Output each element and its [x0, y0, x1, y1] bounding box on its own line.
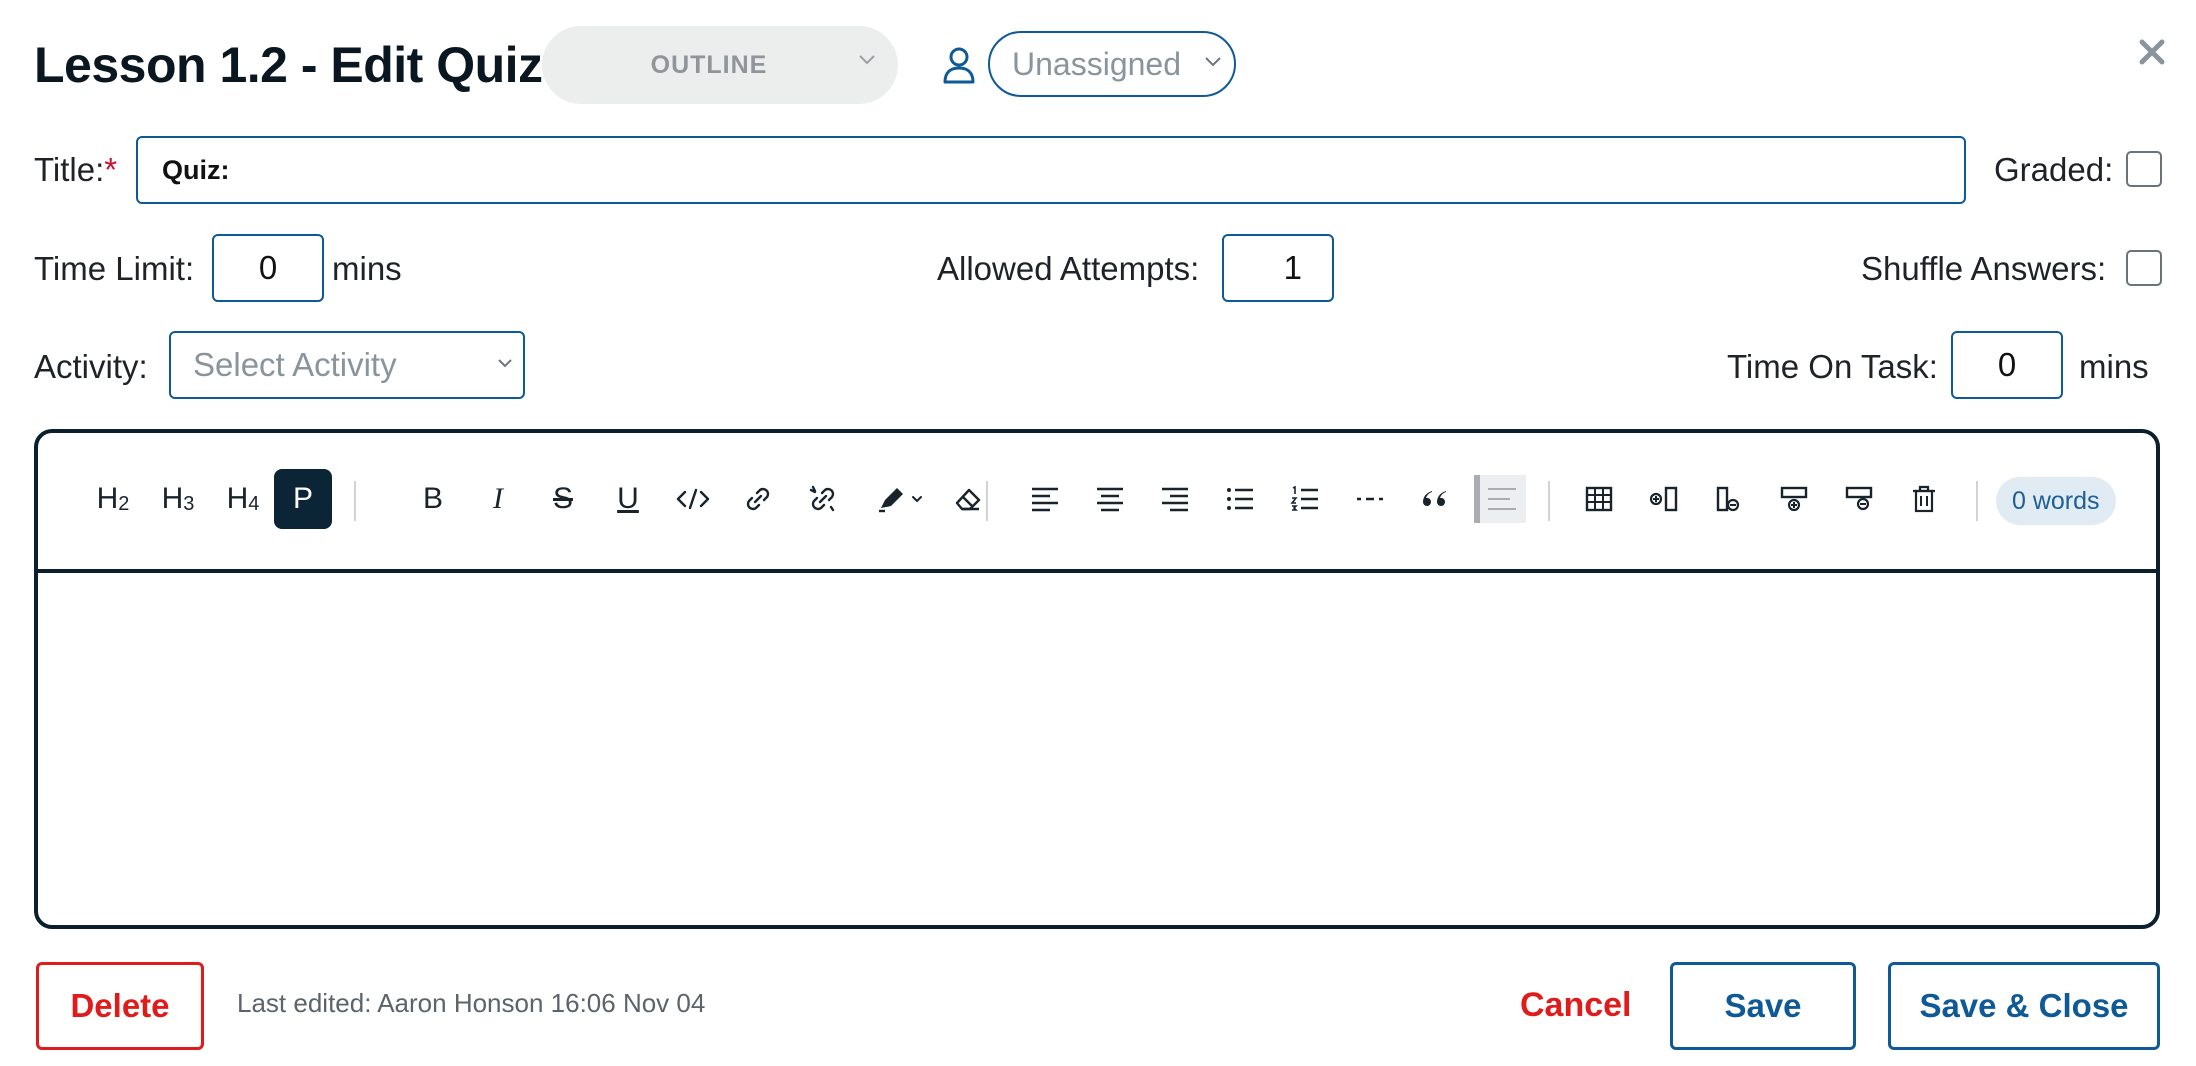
- bold-button[interactable]: B: [404, 469, 462, 529]
- code-button[interactable]: [664, 469, 722, 529]
- chevron-down-icon: [498, 359, 512, 368]
- unlink-icon: [809, 485, 835, 512]
- rich-text-editor: H2 H3 H4 P B I S U 0 words: [34, 429, 2160, 929]
- heading-3-button[interactable]: H3: [149, 469, 207, 529]
- delete-button[interactable]: Delete: [36, 962, 204, 1050]
- align-center-button[interactable]: [1081, 469, 1139, 529]
- align-right-icon: [1162, 487, 1188, 512]
- time-limit-value: 0: [258, 249, 278, 286]
- time-on-task-value: 0: [1997, 346, 2017, 383]
- italic-button[interactable]: I: [469, 469, 527, 529]
- trash-icon: [1913, 485, 1935, 513]
- quote-icon: [1423, 491, 1446, 506]
- assignee-select[interactable]: Unassigned: [988, 31, 1236, 97]
- activity-placeholder: Select Activity: [193, 346, 397, 383]
- editor-content-area[interactable]: [38, 573, 2156, 925]
- numbered-list-icon: [1290, 486, 1318, 511]
- highlight-button[interactable]: [864, 469, 936, 529]
- add-column-icon: [1649, 486, 1678, 512]
- link-icon: [746, 487, 770, 511]
- status-value: OUTLINE: [650, 50, 768, 79]
- heading-4-button[interactable]: H4: [214, 469, 272, 529]
- delete-column-button[interactable]: [1700, 469, 1758, 529]
- time-limit-unit: mins: [332, 250, 402, 287]
- delete-column-icon: [1716, 486, 1740, 512]
- toolbar-divider: [1548, 481, 1550, 521]
- toolbar-divider: [354, 481, 356, 521]
- bullet-list-icon: [1227, 488, 1253, 510]
- align-left-button[interactable]: [1016, 469, 1074, 529]
- delete-table-button[interactable]: [1895, 469, 1953, 529]
- title-value: Quiz:: [162, 154, 230, 185]
- status-select[interactable]: OUTLINE: [542, 26, 898, 104]
- editor-toolbar: H2 H3 H4 P B I S U 0 words: [38, 433, 2156, 573]
- bullet-list-button[interactable]: [1211, 469, 1269, 529]
- time-limit-input[interactable]: 0: [212, 234, 324, 302]
- align-left-icon: [1032, 487, 1058, 512]
- clear-format-button[interactable]: [939, 469, 997, 529]
- save-and-close-button[interactable]: Save & Close: [1888, 962, 2160, 1050]
- align-center-icon: [1097, 487, 1123, 512]
- numbered-list-button[interactable]: [1276, 469, 1334, 529]
- add-row-button[interactable]: [1765, 469, 1823, 529]
- paragraph-button[interactable]: P: [274, 469, 332, 529]
- word-count-badge: 0 words: [1996, 477, 2116, 525]
- eraser-icon: [955, 488, 981, 511]
- delete-row-icon: [1845, 486, 1873, 511]
- highlighter-icon: [879, 488, 922, 513]
- time-on-task-input[interactable]: 0: [1951, 331, 2063, 399]
- save-button[interactable]: Save: [1670, 962, 1856, 1050]
- chevron-down-icon: [1205, 57, 1221, 67]
- chevron-down-icon: [859, 55, 875, 65]
- indent-button[interactable]: [1471, 469, 1529, 529]
- activity-label: Activity:: [34, 348, 148, 385]
- title-label: Title:*: [34, 151, 118, 188]
- align-right-button[interactable]: [1146, 469, 1204, 529]
- close-icon: [2139, 39, 2165, 65]
- assignee-value: Unassigned: [1012, 45, 1181, 82]
- horizontal-rule-icon: [1357, 497, 1383, 501]
- user-icon: [943, 47, 975, 84]
- close-button[interactable]: [2132, 32, 2172, 72]
- required-mark: *: [104, 151, 118, 188]
- title-input[interactable]: Quiz:: [136, 136, 1966, 204]
- link-button[interactable]: [729, 469, 787, 529]
- delete-row-button[interactable]: [1830, 469, 1888, 529]
- add-row-icon: [1780, 486, 1808, 512]
- code-icon: [676, 488, 710, 510]
- shuffle-answers-label: Shuffle Answers:: [1861, 250, 2107, 287]
- allowed-attempts-value: 1: [1283, 249, 1302, 286]
- insert-table-button[interactable]: [1570, 469, 1628, 529]
- graded-label: Graded:: [1994, 151, 2114, 188]
- graded-checkbox[interactable]: [2126, 151, 2162, 187]
- shuffle-answers-checkbox[interactable]: [2126, 250, 2162, 286]
- time-limit-label: Time Limit:: [34, 250, 195, 287]
- allowed-attempts-input[interactable]: 1: [1222, 234, 1334, 302]
- last-edited-text: Last edited: Aaron Honson 16:06 Nov 04: [237, 988, 706, 1018]
- unlink-button[interactable]: [794, 469, 852, 529]
- page-title: Lesson 1.2 - Edit Quiz: [34, 37, 543, 93]
- cancel-button[interactable]: Cancel: [1520, 986, 1632, 1025]
- strikethrough-button[interactable]: S: [534, 469, 592, 529]
- indent-icon: [1474, 475, 1526, 523]
- add-column-button[interactable]: [1635, 469, 1693, 529]
- underline-button[interactable]: U: [599, 469, 657, 529]
- time-on-task-unit: mins: [2079, 348, 2149, 385]
- blockquote-button[interactable]: [1406, 469, 1464, 529]
- toolbar-divider: [1976, 481, 1978, 521]
- table-icon: [1585, 486, 1613, 512]
- horizontal-rule-button[interactable]: [1341, 469, 1399, 529]
- toolbar-divider: [986, 481, 988, 521]
- heading-2-button[interactable]: H2: [84, 469, 142, 529]
- allowed-attempts-label: Allowed Attempts:: [937, 250, 1200, 287]
- time-on-task-label: Time On Task:: [1727, 348, 1938, 385]
- activity-select[interactable]: Select Activity: [169, 331, 525, 399]
